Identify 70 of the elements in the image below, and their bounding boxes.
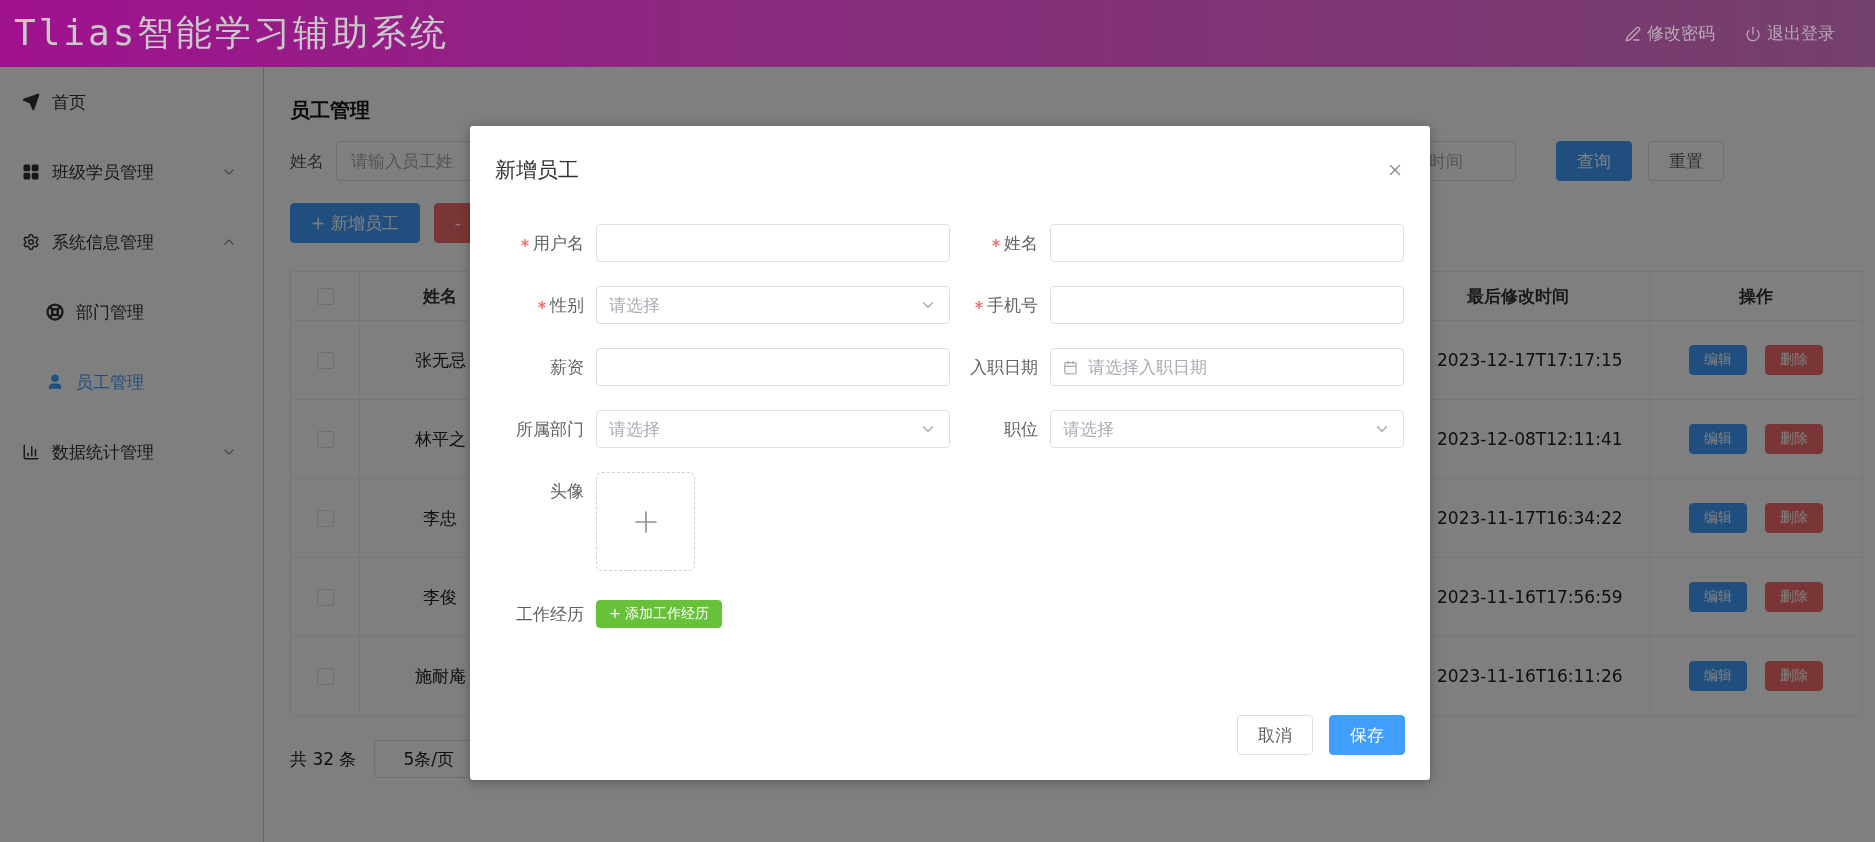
table-cell: 2023-11-16T16:11:26 <box>1437 666 1623 686</box>
table-cell: 张无忌 <box>414 348 466 372</box>
field-label: 性别 <box>470 286 584 324</box>
avatar-upload[interactable] <box>596 472 695 571</box>
text-field[interactable] <box>596 348 950 386</box>
user-icon <box>46 373 64 391</box>
table-cell: 2023-11-17T16:34:22 <box>1437 508 1623 528</box>
required-mark-icon <box>992 239 1000 247</box>
cancel-button[interactable]: 取消 <box>1237 715 1313 755</box>
pen-icon <box>1625 25 1641 42</box>
query-button[interactable]: 查询 <box>1556 141 1632 181</box>
delete-button[interactable]: 删除 <box>1765 424 1823 454</box>
reset-button[interactable]: 重置 <box>1648 141 1724 181</box>
edit-button[interactable]: 编辑 <box>1689 345 1747 375</box>
table-cell: 施耐庵 <box>414 664 466 688</box>
logout-link[interactable]: 退出登录 <box>1745 22 1835 45</box>
delete-button[interactable]: 删除 <box>1765 661 1823 691</box>
field-label: 工作经历 <box>515 602 584 626</box>
field-label: 入职日期 <box>969 355 1038 379</box>
field-label: 用户名 <box>470 224 584 262</box>
field-label: 姓名 <box>962 224 1038 262</box>
delete-button[interactable]: 删除 <box>1765 582 1823 612</box>
text-field[interactable] <box>1050 224 1404 262</box>
required-mark-icon <box>521 239 529 247</box>
add-experience-button[interactable]: + 添加工作经历 <box>596 600 723 628</box>
table-cell: 2023-12-17T17:17:15 <box>1437 350 1623 370</box>
date-field[interactable]: 请选择入职日期 <box>1050 348 1404 386</box>
field-label: 职位 <box>1003 417 1038 441</box>
table-cell: 李俊 <box>423 585 457 609</box>
menu-item[interactable]: 班级学员管理 <box>0 137 263 207</box>
menu-item[interactable]: 数据统计管理 <box>0 417 263 487</box>
table-cell: 林平之 <box>414 427 466 451</box>
search-label: 姓名 <box>290 149 324 173</box>
add-employee-button[interactable]: + 新增员工 <box>290 203 420 243</box>
app-title: Tlias智能学习辅助系统 <box>14 11 450 55</box>
menu-item[interactable]: 系统信息管理 <box>0 207 263 277</box>
edit-button[interactable]: 编辑 <box>1689 661 1747 691</box>
edit-button[interactable]: 编辑 <box>1689 503 1747 533</box>
column-header: 姓名 <box>423 284 457 308</box>
delete-button[interactable]: 删除 <box>1765 345 1823 375</box>
field-label: 手机号 <box>962 286 1038 324</box>
field-label: 薪资 <box>549 355 584 379</box>
field-label: 头像 <box>549 479 584 503</box>
text-field[interactable] <box>596 224 950 262</box>
submenu-item[interactable]: 部门管理 <box>0 277 263 347</box>
required-mark-icon <box>538 301 546 309</box>
save-button[interactable]: 保存 <box>1329 715 1405 755</box>
required-mark-icon <box>975 301 983 309</box>
select-field[interactable]: 请选择 <box>596 286 950 324</box>
power-icon <box>1745 25 1761 42</box>
column-header: 最后修改时间 <box>1467 284 1569 308</box>
change-password-link[interactable]: 修改密码 <box>1625 22 1715 45</box>
column-header: 操作 <box>1739 284 1773 308</box>
table-cell: 李忠 <box>423 506 457 530</box>
submenu-item[interactable]: 员工管理 <box>0 347 263 417</box>
ring-icon <box>46 303 64 321</box>
total-count: 共 32 条 <box>290 747 357 771</box>
edit-button[interactable]: 编辑 <box>1689 424 1747 454</box>
field-label: 所属部门 <box>515 417 584 441</box>
calendar-icon <box>1063 359 1078 375</box>
delete-button[interactable]: 删除 <box>1765 503 1823 533</box>
select-field[interactable]: 请选择 <box>596 410 950 448</box>
text-field[interactable] <box>1050 286 1404 324</box>
table-cell: 2023-11-16T17:56:59 <box>1437 587 1623 607</box>
select-field[interactable]: 请选择 <box>1050 410 1404 448</box>
page-title: 员工管理 <box>290 97 371 124</box>
menu-item[interactable]: 首页 <box>0 67 263 137</box>
edit-button[interactable]: 编辑 <box>1689 582 1747 612</box>
dialog-title: 新增员工 <box>495 157 579 184</box>
table-cell: 2023-12-08T12:11:41 <box>1437 429 1623 449</box>
